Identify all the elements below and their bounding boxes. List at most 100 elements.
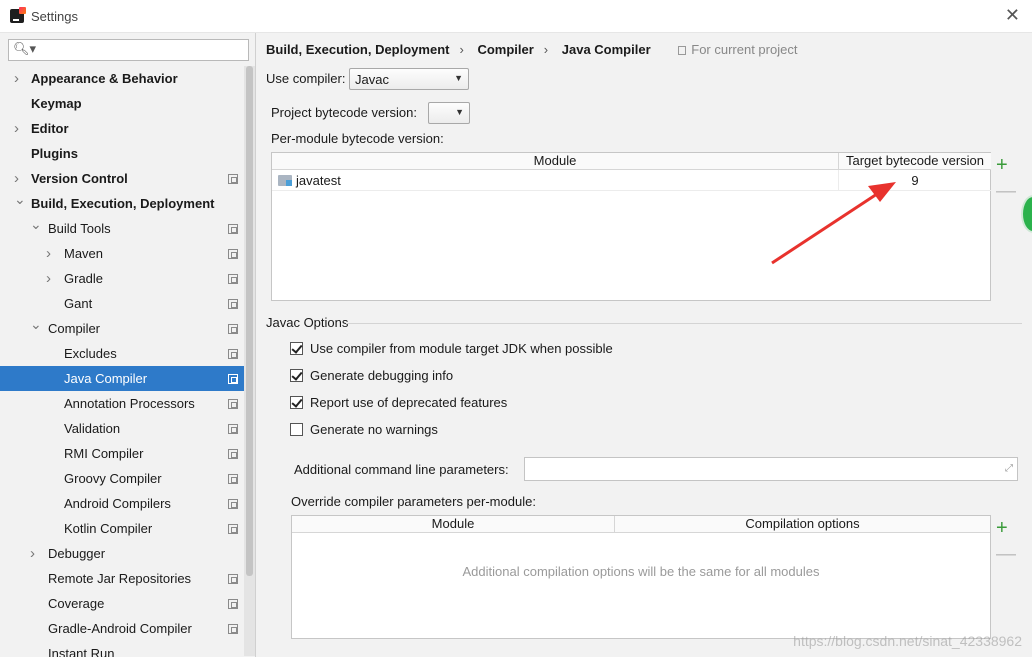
checkbox[interactable] [290, 369, 303, 382]
sidebar-item-label: Coverage [48, 596, 105, 611]
sidebar-item-kotlin-compiler[interactable]: Kotlin Compiler [0, 516, 244, 541]
close-icon[interactable]: ✕ [1005, 6, 1020, 24]
sidebar-item-label: Groovy Compiler [64, 471, 162, 486]
sidebar-item-label: RMI Compiler [64, 446, 144, 461]
column-header-module[interactable]: Module [292, 516, 615, 533]
option-label: Generate no warnings [310, 422, 438, 437]
table-row[interactable]: javatest 9 [272, 170, 991, 191]
chevron-down-icon[interactable]: ⌄ [14, 187, 26, 212]
project-scope-icon [228, 599, 238, 609]
project-scope-icon [228, 249, 238, 259]
chevron-right-icon[interactable]: › [46, 241, 51, 266]
chevron-right-icon[interactable]: › [14, 116, 19, 141]
sidebar-item-editor[interactable]: › Editor [0, 116, 244, 141]
sidebar-item-plugins[interactable]: Plugins [0, 141, 244, 166]
sidebar-item-gradle[interactable]: › Gradle [0, 266, 244, 291]
settings-tree: › Appearance & Behavior Keymap › Editor Plugi… [0, 66, 244, 657]
column-header-module[interactable]: Module [272, 153, 839, 170]
additional-params-input[interactable]: ⤢ [524, 457, 1018, 481]
module-name: javatest [296, 173, 341, 188]
column-header-target[interactable]: Target bytecode version [839, 153, 991, 170]
checkbox[interactable] [290, 423, 303, 436]
sidebar-item-instant-run[interactable]: Instant Run [0, 641, 244, 657]
chevron-down-icon: ▼ [454, 73, 463, 83]
sidebar-item-debugger[interactable]: › Debugger [0, 541, 244, 566]
watermark: https://blog.csdn.net/sinat_42338962 [793, 633, 1022, 649]
add-module-button[interactable]: + [996, 155, 1008, 175]
project-scope-icon [228, 474, 238, 484]
add-override-button[interactable]: + [996, 518, 1008, 538]
sidebar-item-label: Plugins [31, 146, 78, 161]
chevron-down-icon[interactable]: ⌄ [30, 212, 42, 237]
project-bytecode-select[interactable]: ▼ [428, 102, 470, 124]
chevron-right-icon[interactable]: › [14, 66, 19, 91]
use-compiler-label: Use compiler: [266, 71, 346, 86]
remove-override-button[interactable]: — [996, 544, 1016, 564]
search-input[interactable]: 🔍︎▾ [8, 39, 249, 61]
sidebar-item-version-control[interactable]: › Version Control [0, 166, 244, 191]
sidebar-item-validation[interactable]: Validation [0, 416, 244, 441]
checkbox[interactable] [290, 396, 303, 409]
breadcrumb: Build, Execution, Deployment › Compiler › … [266, 42, 817, 57]
scope-label: For current project [691, 42, 798, 57]
sidebar-item-annotation-processors[interactable]: Annotation Processors [0, 391, 244, 416]
project-scope-icon [228, 374, 238, 384]
chevron-right-icon[interactable]: › [46, 266, 51, 291]
project-scope-icon [228, 274, 238, 284]
sidebar-item-label: Appearance & Behavior [31, 71, 178, 86]
sidebar-item-java-compiler[interactable]: Java Compiler [0, 366, 244, 391]
scope-indicator: For current project [678, 42, 807, 57]
sidebar-item-rmi-compiler[interactable]: RMI Compiler [0, 441, 244, 466]
project-scope-icon [228, 174, 238, 184]
chevron-down-icon[interactable]: ⌄ [30, 312, 42, 337]
search-icon: 🔍︎▾ [13, 41, 37, 56]
sidebar-item-label: Version Control [31, 171, 128, 186]
sidebar-item-label: Excludes [64, 346, 117, 361]
target-version-cell[interactable]: 9 [839, 170, 991, 191]
compiler-select[interactable]: Javac ▼ [349, 68, 469, 90]
sidebar-item-compiler[interactable]: ⌄ Compiler [0, 316, 244, 341]
sidebar-item-label: Debugger [48, 546, 106, 561]
group-divider [346, 323, 1022, 324]
sidebar-item-maven[interactable]: › Maven [0, 241, 244, 266]
breadcrumb-part: Compiler [477, 42, 534, 57]
sidebar-item-remote-jar-repositories[interactable]: Remote Jar Repositories [0, 566, 244, 591]
intellij-app-icon [10, 7, 26, 23]
compiler-select-value: Javac [355, 72, 389, 87]
sidebar-item-groovy-compiler[interactable]: Groovy Compiler [0, 466, 244, 491]
checkbox[interactable] [290, 342, 303, 355]
sidebar-item-label: Instant Run [48, 646, 115, 657]
chevron-right-icon[interactable]: › [30, 541, 35, 566]
sidebar-scrollbar[interactable] [244, 66, 255, 656]
sidebar-item-excludes[interactable]: Excludes [0, 341, 244, 366]
sidebar-item-coverage[interactable]: Coverage [0, 591, 244, 616]
sidebar-item-appearance-behavior[interactable]: › Appearance & Behavior [0, 66, 244, 91]
sidebar-item-label: Build, Execution, Deployment [31, 196, 215, 211]
option-label: Report use of deprecated features [310, 395, 508, 410]
project-scope-icon [228, 449, 238, 459]
project-scope-icon [228, 574, 238, 584]
column-header-options[interactable]: Compilation options [615, 516, 990, 533]
module-cell: javatest [272, 170, 839, 191]
project-scope-icon [228, 499, 238, 509]
sidebar-item-label: Maven [64, 246, 104, 261]
sidebar-item-android-compilers[interactable]: Android Compilers [0, 491, 244, 516]
scrollbar-thumb[interactable] [246, 66, 253, 576]
sidebar-item-label: Editor [31, 121, 69, 136]
breadcrumb-separator: › [459, 42, 464, 57]
settings-content: Build, Execution, Deployment › Compiler › … [256, 33, 1032, 657]
expand-icon[interactable]: ⤢ [1005, 463, 1013, 474]
override-label: Override compiler parameters per-module: [291, 494, 536, 509]
remove-module-button[interactable]: — [996, 181, 1016, 201]
sidebar-item-build-tools[interactable]: ⌄ Build Tools [0, 216, 244, 241]
sidebar-item-label: Validation [64, 421, 121, 436]
window-title: Settings [31, 9, 78, 24]
sidebar-item-gradle-android-compiler[interactable]: Gradle-Android Compiler [0, 616, 244, 641]
breadcrumb-part: Java Compiler [561, 42, 651, 57]
sidebar-item-label: Keymap [31, 96, 82, 111]
project-scope-icon [228, 399, 238, 409]
sidebar-item-keymap[interactable]: Keymap [0, 91, 244, 116]
option-label: Use compiler from module target JDK when… [310, 341, 613, 356]
settings-sidebar: 🔍︎▾ › Appearance & Behavior Keymap › Editor P… [0, 33, 256, 657]
sidebar-item-label: Gant [64, 296, 93, 311]
